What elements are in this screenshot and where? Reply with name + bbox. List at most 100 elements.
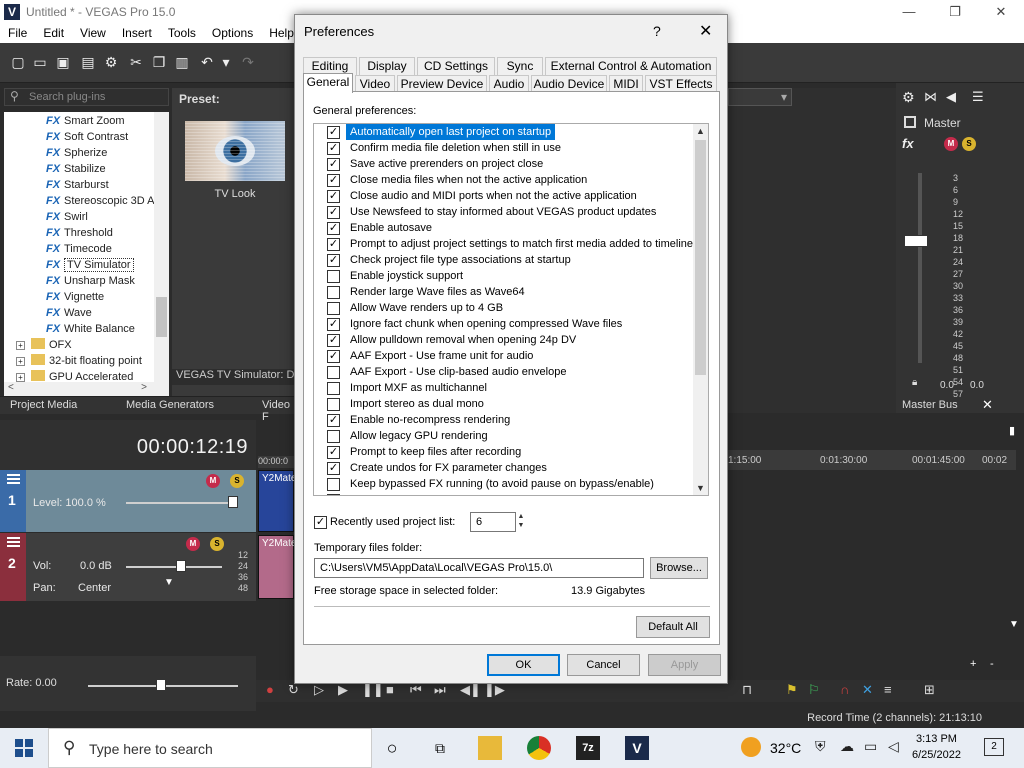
checkbox-checked[interactable]: ✓ [327, 158, 340, 171]
mute-icon[interactable]: M [186, 537, 200, 551]
fx-icon[interactable]: fx [902, 136, 914, 151]
track-menu-icon[interactable] [7, 537, 20, 547]
marker-icon[interactable]: ▮ [1009, 424, 1015, 437]
capture-icon[interactable]: ⊞ [924, 682, 935, 698]
plugin-item-selected[interactable]: FX TV Simulator [46, 257, 134, 273]
level-slider[interactable] [126, 502, 238, 504]
maximize-button[interactable]: ❐ [932, 0, 978, 23]
plugin-item[interactable]: FX Stabilize [46, 161, 106, 177]
folder-item[interactable]: +32-bit floating point [16, 353, 142, 369]
menu-tools[interactable]: Tools [160, 26, 204, 40]
cortana-icon[interactable]: ○ [380, 736, 404, 760]
tab-display[interactable]: Display [359, 57, 415, 75]
plugin-item[interactable]: FX White Balance [46, 321, 135, 337]
checkbox-checked[interactable]: ✓ [327, 238, 340, 251]
speaker-icon[interactable]: ◀ [946, 89, 956, 105]
ok-button[interactable]: OK [487, 654, 560, 676]
pan-marker-icon[interactable]: ▼ [164, 577, 174, 588]
menu-file[interactable]: File [0, 26, 35, 40]
checkbox-checked[interactable]: ✓ [327, 414, 340, 427]
checkbox-checked[interactable]: ✓ [327, 142, 340, 155]
region-icon[interactable]: ⚐ [808, 682, 820, 698]
scrollbar-thumb[interactable] [156, 297, 167, 337]
preference-item[interactable]: ✓ Close audio and MIDI ports when not the… [314, 188, 694, 204]
undo-dropdown-icon[interactable]: ▾ [218, 54, 234, 70]
go-to-end-icon[interactable]: ⏭ [434, 682, 446, 698]
expand-icon[interactable]: + [16, 373, 25, 382]
volume-slider[interactable] [126, 566, 222, 568]
preference-item[interactable]: ✓ Automatically open last project on star… [314, 124, 694, 140]
checkbox-unchecked[interactable] [327, 398, 340, 411]
checkbox-unchecked[interactable] [327, 430, 340, 443]
recent-projects-stepper[interactable]: ▲ ▼ [516, 512, 526, 532]
menu-insert[interactable]: Insert [114, 26, 160, 40]
checkbox-unchecked[interactable] [327, 270, 340, 283]
scroll-down-icon[interactable]: ▼ [696, 483, 705, 493]
checkbox-checked[interactable]: ✓ [327, 126, 340, 139]
new-file-icon[interactable]: ▢ [10, 54, 26, 70]
plugin-item[interactable]: FX Smart Zoom [46, 113, 125, 129]
pause-icon[interactable]: ❚❚ [362, 682, 384, 698]
checkbox-checked[interactable]: ✓ [327, 190, 340, 203]
checkbox-checked[interactable]: ✓ [327, 494, 340, 495]
preset-thumbnail[interactable] [185, 121, 285, 181]
lock-icon[interactable]: 🔒︎ [912, 377, 917, 388]
preference-item[interactable]: AAF Export - Use clip-based audio envelo… [314, 364, 694, 380]
preferences-scrollbar[interactable]: ▲ ▼ [693, 124, 708, 495]
taskbar-search[interactable]: ⚲ Type here to search [48, 728, 372, 768]
preference-item[interactable]: ✓ Check project file type associations at… [314, 252, 694, 268]
folder-item[interactable]: + OFX [16, 337, 72, 353]
tab-sync[interactable]: Sync [497, 57, 543, 75]
chevron-up-icon[interactable]: ▲ [516, 512, 526, 521]
time-ruler[interactable]: 1:15:00 0:01:30:00 00:01:45:00 00:02 [726, 450, 1016, 470]
preference-item[interactable]: ✓ Ignore fact chunk when opening compress… [314, 316, 694, 332]
copy-icon[interactable]: ❐ [151, 54, 167, 70]
temp-folder-input[interactable]: C:\Users\VM5\AppData\Local\VEGAS Pro\15.… [314, 558, 644, 578]
chevron-down-icon[interactable]: ▼ [516, 521, 526, 530]
tab-media-generators[interactable]: Media Generators [126, 399, 214, 411]
cloud-icon[interactable]: ☁ [840, 738, 854, 755]
plugin-item[interactable]: FX Timecode [46, 241, 112, 257]
cut-icon[interactable]: ✂ [128, 54, 144, 70]
recent-projects-checkbox[interactable]: ✓ [314, 516, 327, 529]
preference-item[interactable]: Import MXF as multichannel [314, 380, 694, 396]
preference-item[interactable]: Allow legacy GPU rendering [314, 428, 694, 444]
preference-item[interactable]: ✓ Save active prerenders on project close [314, 156, 694, 172]
preference-item[interactable]: ✓ Prompt to adjust project settings to ma… [314, 236, 694, 252]
expand-icon[interactable]: + [16, 357, 25, 366]
audio-track-header[interactable]: 2 M S Vol: 0.0 dB Pan: Center ▼ [0, 533, 256, 601]
plugin-item[interactable]: FX Stereoscopic 3D A [46, 193, 155, 209]
mixer-settings-icon[interactable]: ⚙ [902, 89, 915, 106]
volume-icon[interactable]: ◁ [888, 738, 899, 755]
minimize-button[interactable]: — [886, 0, 932, 23]
preference-item[interactable]: ✓ Create undos for FX parameter changes [314, 460, 694, 476]
play-icon[interactable]: ▶ [338, 682, 348, 698]
expand-icon[interactable]: + [16, 341, 25, 350]
help-button[interactable]: ? [653, 23, 661, 39]
checkbox-unchecked[interactable] [327, 366, 340, 379]
weather-sun-icon[interactable] [741, 737, 761, 757]
preference-item[interactable]: Render large Wave files as Wave64 [314, 284, 694, 300]
checkbox-unchecked[interactable] [327, 478, 340, 491]
auto-ripple-icon[interactable]: ✕ [862, 682, 873, 698]
preference-item[interactable]: ✓ Prompt to keep files after recording [314, 444, 694, 460]
video-track-header[interactable]: 1 M S Level: 100.0 % [0, 470, 256, 532]
plugin-tree-scrollbar[interactable] [154, 112, 169, 382]
system-clock[interactable]: 3:13 PM 6/25/2022 [912, 731, 961, 763]
audio-clip[interactable]: Y2Mate [258, 535, 296, 599]
checkbox-unchecked[interactable] [327, 286, 340, 299]
master-checkbox-icon[interactable] [904, 116, 916, 128]
menu-edit[interactable]: Edit [35, 26, 72, 40]
menu-options[interactable]: Options [204, 26, 261, 40]
volume-slider-knob[interactable] [176, 560, 186, 572]
plugin-item[interactable]: FX Starburst [46, 177, 109, 193]
shield-icon[interactable]: ⛨ [815, 738, 826, 755]
preference-item[interactable]: ✓ Enable no-recompress rendering [314, 412, 694, 428]
checkbox-checked[interactable]: ✓ [327, 446, 340, 459]
next-frame-icon[interactable]: ❚▶ [484, 682, 505, 698]
preference-item[interactable]: Allow Wave renders up to 4 GB [314, 300, 694, 316]
preference-item[interactable]: ✓ Automatically name regions and markers … [314, 492, 694, 495]
envelope-icon[interactable]: ≡ [884, 682, 892, 697]
plugin-item[interactable]: FX Vignette [46, 289, 104, 305]
mute-icon[interactable]: M [944, 137, 958, 151]
